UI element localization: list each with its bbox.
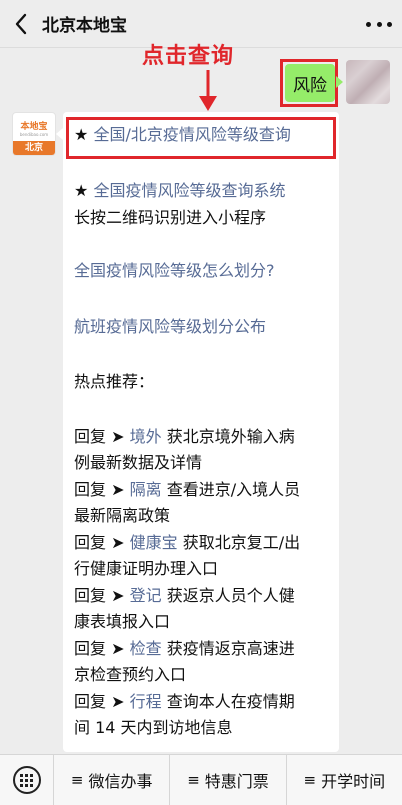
link-flight-risk-level[interactable]: 航班疫情风险等级划分公布 [74,314,266,340]
keyboard-icon[interactable] [0,754,54,805]
reply-line-3: 长按二维码识别进入小程序 [74,208,267,227]
menu-school-start[interactable]: ≡ 开学时间 [287,755,402,805]
menu-list-icon: ≡ [70,771,84,789]
star-glyph: ★ [74,181,94,200]
avatar-logo-text: 本地宝 [20,122,48,132]
menu-wechat-services[interactable]: ≡ 微信办事 [54,754,171,805]
menu-list-icon: ≡ [187,771,200,789]
reply-item-cont: 例最新数据及详情 [74,453,203,472]
reply-item-cont: 康表填报入口 [74,612,171,631]
reply-item: 回复 ➤ 检查 获疫情返京高速进 [74,639,295,658]
reply-item: 回复 ➤ 登记 获返京人员个人健 [74,586,295,605]
reply-item-cont: 间 14 天内到访地信息 [74,718,233,737]
query-link-national-system[interactable]: 全国疫情风险等级查询系统 [93,181,285,200]
reply-item-cont: 京检查预约入口 [74,665,187,684]
reply-item: 回复 ➤ 健康宝 获取北京复工/出 [74,533,301,552]
reply-line-2: ★ 全国疫情风险等级查询系统 [74,178,285,204]
star-glyph: ★ [74,125,94,144]
reply-item-cont: 行健康证明办理入口 [74,559,219,578]
query-link-national-beijing[interactable]: 全国/北京疫情风险等级查询 [93,125,290,144]
bottom-menu-bar: ≡ 微信办事 ≡ 特惠门票 ≡ 开学时间 [0,754,402,805]
keyword-link[interactable]: 登记 [130,586,162,605]
avatar-logo-sub: bendibao.com [19,132,49,137]
annotation-arrow-icon [199,70,217,111]
hot-recommend-title: 热点推荐： [74,372,155,391]
incoming-bubble-tail [56,128,63,140]
keyword-link[interactable]: 隔离 [130,480,162,499]
link-risk-level-division[interactable]: 全国疫情风险等级怎么划分? [74,258,275,284]
outgoing-message[interactable]: 风险 [285,64,335,102]
reply-item: 回复 ➤ 境外 获北京境外输入病 [74,427,295,446]
keyword-link[interactable]: 境外 [130,427,162,446]
keyword-link[interactable]: 检查 [130,639,162,658]
annotation-label: 点击查询 [142,44,235,69]
reply-item: 回复 ➤ 隔离 查看进京/入境人员 [74,480,301,499]
chat-title: 北京本地宝 [42,16,127,36]
keyword-link[interactable]: 行程 [130,692,162,711]
menu-list-icon: ≡ [303,771,317,789]
avatar-city-label: 北京 [13,141,55,155]
outgoing-bubble-tail [336,76,343,88]
chevron-left-icon[interactable] [4,0,38,48]
reply-item: 回复 ➤ 行程 查询本人在疫情期 [74,692,295,711]
reply-item-cont: 最新隔离政策 [74,506,171,525]
account-avatar[interactable]: 本地宝 bendibao.com 北京 [12,112,56,156]
more-dots-icon[interactable] [366,12,392,36]
reply-line-1: ★ 全国/北京疫情风险等级查询 [74,122,291,148]
user-avatar[interactable] [346,60,390,104]
keyword-link[interactable]: 健康宝 [130,533,178,552]
menu-discount-tickets[interactable]: ≡ 特惠门票 [170,754,287,805]
